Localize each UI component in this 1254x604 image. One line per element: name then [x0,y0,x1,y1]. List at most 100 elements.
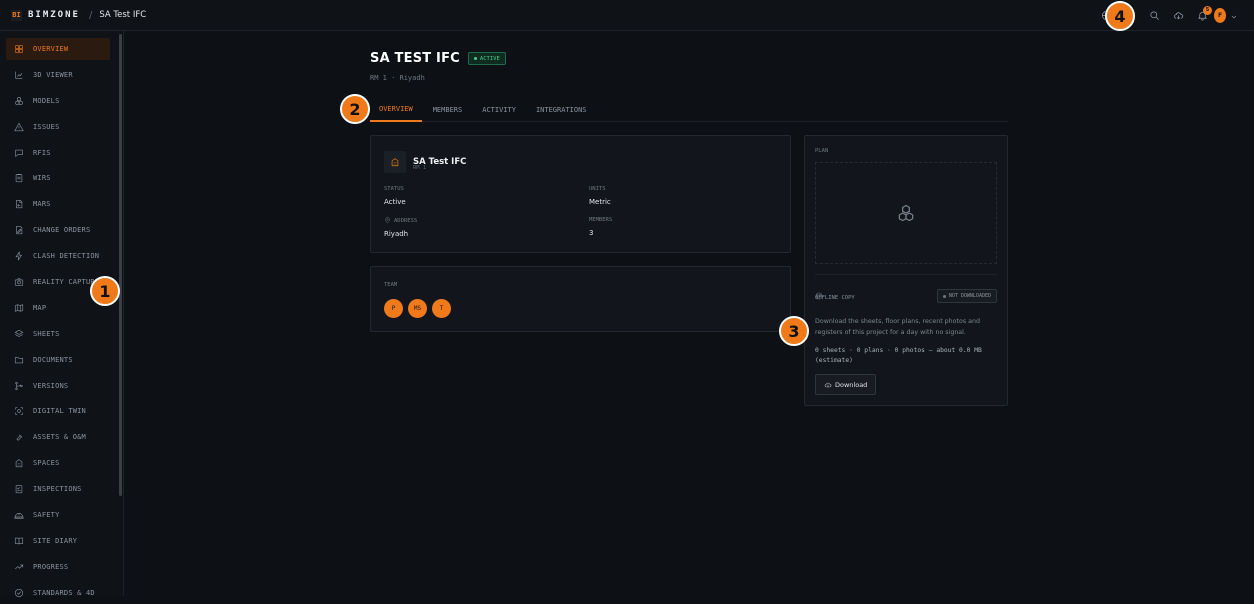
sidebar-item-label: MODELS [33,96,60,105]
page-header: SA TEST IFC ACTIVE [370,51,506,66]
field-value: 3 [589,229,594,237]
offline-copy-label: OFFLINE COPY [815,295,855,301]
sidebar-scroll-thumb[interactable] [119,34,122,496]
status-dot [942,294,946,298]
field-value: Metric [589,198,611,206]
clipboard-icon [14,173,33,183]
scan-icon [14,406,33,416]
sidebar-item-site-diary[interactable]: SITE DIARY [6,530,110,552]
sidebar-item-label: MARS [33,200,51,209]
avatar: F [1214,8,1226,23]
sidebar-item-label: SHEETS [33,329,60,338]
sidebar-scrollbar[interactable] [118,31,122,596]
page-subtitle: RM 1 · Riyadh [370,74,425,82]
tab-activity[interactable]: ACTIVITY [473,98,525,121]
sidebar-item-label: PROGRESS [33,562,69,571]
offline-status-badge: NOT DOWNLOADED [936,289,997,303]
stack-icon [14,329,33,339]
check-circle-icon [14,588,33,598]
doc-return-icon [14,199,33,209]
cloud-download-icon [824,382,832,388]
plan-preview[interactable] [815,162,997,264]
sidebar-item-inspections[interactable]: INSPECTIONS [6,478,110,500]
project-info-card: SA Test IFC RM 1 STATUS Active UNITS Met… [370,135,791,253]
annotation-marker-2: 2 [340,94,370,124]
sidebar-item-sheets[interactable]: SHEETS [6,323,110,345]
sidebar-item-documents[interactable]: DOCUMENTS [6,349,110,371]
field-label: STATUS [384,186,404,192]
sidebar-item-label: INSPECTIONS [33,485,82,494]
project-code: RM 1 [413,165,427,171]
sidebar-item-progress[interactable]: PROGRESS [6,556,110,578]
sidebar-item-change-orders[interactable]: CHANGE ORDERS [6,219,110,241]
helmet-icon [14,510,33,520]
chat-icon [14,148,33,158]
team-card: TEAM P MS T [370,266,791,332]
search-icon[interactable] [1142,4,1166,28]
sidebar-nav: OVERVIEW 3D VIEWER MODELS ISSUES RFIS WIRS MAR… [0,31,123,604]
camera-icon [14,277,33,287]
sidebar-item-label: DOCUMENTS [33,355,73,364]
field-label: UNITS [589,186,606,192]
tab-overview[interactable]: OVERVIEW [370,98,422,122]
member-avatar[interactable]: MS [408,299,427,318]
download-button[interactable]: Download [815,374,877,395]
status-badge: ACTIVE [467,52,506,65]
sidebar-item-standards-4d[interactable]: STANDARDS & 4D [6,582,110,604]
plan-card: PLAN OFFLINE COPY NOT DOWNLOADED Downloa… [804,135,1008,406]
sidebar-item-label: DIGITAL TWIN [33,407,86,416]
sidebar-item-label: OVERVIEW [33,45,69,53]
team-avatars: P MS T [384,299,451,318]
breadcrumb[interactable]: SA Test IFC [99,10,146,20]
chart-axes-icon [14,70,33,80]
building-icon [384,151,406,173]
user-menu[interactable]: F [1214,4,1238,28]
member-avatar[interactable]: P [384,299,403,318]
field-value: Active [384,198,406,206]
status-badge-label: ACTIVE [479,55,500,62]
sidebar-item-label: ISSUES [33,122,60,131]
sidebar-item-assets-o-m[interactable]: ASSETS & O&M [6,426,110,448]
sidebar-item-label: VERSIONS [33,381,69,390]
location-pin-icon [385,217,390,224]
sidebar-item-label: 3D VIEWER [33,70,73,79]
sidebar-item-label: CLASH DETECTION [33,252,100,261]
lightning-icon [14,251,33,261]
sidebar-item-label: MAP [33,303,47,312]
building-icon [14,458,33,468]
sidebar-item-mars[interactable]: MARS [6,193,110,215]
field-units: UNITS Metric [589,186,611,206]
page-title: SA TEST IFC [370,51,460,66]
sidebar-item-wirs[interactable]: WIRS [6,167,110,189]
book-icon [14,536,33,546]
edit-doc-icon [14,225,33,235]
sidebar-item-models[interactable]: MODELS [6,90,110,112]
brand-mark: BI [11,9,22,21]
sidebar: OVERVIEW 3D VIEWER MODELS ISSUES RFIS WIRS MAR… [0,31,124,597]
sidebar-item-overview[interactable]: OVERVIEW [6,38,110,60]
tab-members[interactable]: MEMBERS [424,98,472,121]
sidebar-item-issues[interactable]: ISSUES [6,116,110,138]
team-label: TEAM [384,282,398,288]
offline-description: Download the sheets, floor plans, recent… [815,318,980,336]
main-content: SA TEST IFC ACTIVE RM 1 · Riyadh OVERVIE… [124,31,1254,596]
sidebar-item-label: CHANGE ORDERS [33,226,91,235]
cloud-sync-icon[interactable] [1166,4,1190,28]
wrench-icon [14,432,33,442]
sidebar-item-safety[interactable]: SAFETY [6,504,110,526]
sidebar-item-rfis[interactable]: RFIS [6,142,110,164]
top-bar: BI BIMZONE / SA Test IFC 5 F [0,0,1254,31]
notification-bell-icon[interactable]: 5 [1190,4,1214,28]
sidebar-item-spaces[interactable]: SPACES [6,452,110,474]
member-avatar[interactable]: T [432,299,451,318]
sidebar-item-clash-detection[interactable]: CLASH DETECTION [6,245,110,267]
sidebar-item-versions[interactable]: VERSIONS [6,375,110,397]
tab-integrations[interactable]: INTEGRATIONS [527,98,596,121]
brand-logo[interactable]: BI BIMZONE [11,9,80,21]
trend-icon [14,562,33,572]
sidebar-item-3d-viewer[interactable]: 3D VIEWER [6,64,110,86]
sidebar-item-label: SAFETY [33,511,60,520]
tab-bar: OVERVIEW MEMBERS ACTIVITY INTEGRATIONS [370,98,1008,122]
brand-name: BIMZONE [28,10,80,20]
sidebar-item-digital-twin[interactable]: DIGITAL TWIN [6,400,110,422]
